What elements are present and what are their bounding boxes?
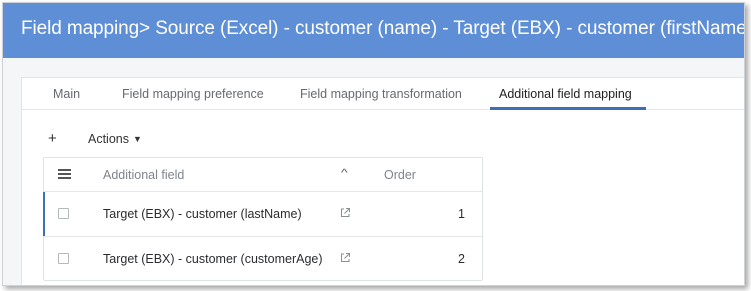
column-header-additional-field[interactable]: Additional field [103, 168, 184, 182]
hamburger-menu-icon[interactable] [58, 169, 71, 179]
actions-menu-button[interactable]: Actions ▼ [88, 132, 142, 146]
order-cell: 1 [458, 207, 465, 221]
active-tab-indicator [490, 107, 646, 110]
additional-field-table: Additional field ^ Order Target (EBX) - … [43, 157, 483, 281]
external-link-icon[interactable] [339, 252, 351, 264]
table-row[interactable]: Target (EBX) - customer (customerAge) 2 [44, 237, 482, 281]
additional-field-cell: Target (EBX) - customer (lastName) [103, 207, 302, 221]
row-checkbox[interactable] [58, 253, 69, 264]
title-bar: Field mapping> Source (Excel) - customer… [3, 3, 744, 58]
additional-field-cell: Target (EBX) - customer (customerAge) [103, 252, 323, 266]
add-button[interactable]: + [48, 130, 57, 147]
actions-label: Actions [88, 132, 129, 146]
toolbar: + Actions ▼ [22, 130, 322, 152]
table-header: Additional field ^ Order [44, 158, 482, 192]
tab-field-mapping-preference[interactable]: Field mapping preference [122, 78, 264, 109]
tab-additional-field-mapping[interactable]: Additional field mapping [499, 78, 632, 109]
main-panel: Main Field mapping preference Field mapp… [21, 77, 744, 285]
caret-down-icon: ▼ [133, 134, 142, 144]
table-row[interactable]: Target (EBX) - customer (lastName) 1 [43, 192, 482, 237]
external-link-icon[interactable] [339, 207, 351, 219]
tab-field-mapping-transformation[interactable]: Field mapping transformation [300, 78, 462, 109]
tab-bar: Main Field mapping preference Field mapp… [22, 78, 744, 110]
tab-main[interactable]: Main [53, 78, 80, 109]
column-header-order[interactable]: Order [384, 168, 416, 182]
window-frame: Field mapping> Source (Excel) - customer… [2, 2, 745, 286]
chevron-up-icon[interactable]: ^ [341, 168, 348, 179]
row-checkbox[interactable] [58, 208, 69, 219]
order-cell: 2 [458, 252, 465, 266]
page-title: Field mapping> Source (Excel) - customer… [21, 18, 745, 39]
